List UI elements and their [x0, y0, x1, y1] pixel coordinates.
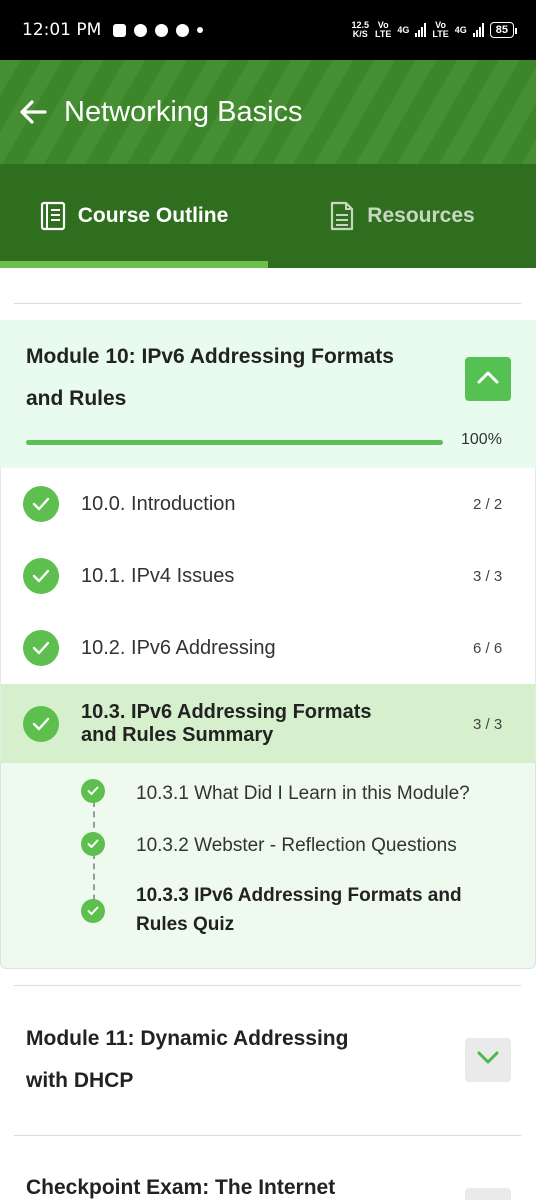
lte-label-1: LTE [375, 29, 392, 39]
battery-indicator: 85 [489, 22, 518, 38]
gallery-icon [113, 23, 127, 37]
check-circle-icon [23, 558, 59, 594]
status-bar: 12:01 PM 12.5 K/S Vo LTE 4G Vo LTE 4G 85 [0, 0, 536, 60]
volte-2: Vo LTE [432, 21, 448, 39]
topic-row-10-3[interactable]: 10.3. IPv6 Addressing Formats and Rules … [1, 684, 535, 764]
network-4g-1: 4G [397, 25, 410, 35]
whatsapp-icon [134, 23, 148, 37]
status-right: 12.5 K/S Vo LTE 4G Vo LTE 4G 85 [352, 21, 518, 39]
tab-resources-label: Resources [367, 204, 475, 227]
collapse-module-10-button[interactable] [465, 357, 511, 401]
module-11-title: Module 11: Dynamic Addressing with DHCP [26, 1018, 348, 1102]
chevron-up-icon [476, 369, 500, 390]
topic-row-10-2[interactable]: 10.2. IPv6 Addressing 6 / 6 [1, 612, 535, 684]
topic-label: 10.1. IPv4 Issues [81, 564, 235, 587]
topic-label-active: 10.3. IPv6 Addressing Formats and Rules … [81, 701, 421, 747]
topic-row-10-0[interactable]: 10.0. Introduction 2 / 2 [1, 468, 535, 540]
topic-row-10-1[interactable]: 10.1. IPv4 Issues 3 / 3 [1, 540, 535, 612]
tab-course-outline[interactable]: Course Outline [0, 164, 268, 268]
lte-label-2: LTE [432, 29, 449, 39]
net-speed-unit: K/S [352, 29, 368, 39]
signal-icon-1 [415, 23, 427, 37]
checkpoint-exam-title: Checkpoint Exam: The Internet [26, 1176, 336, 1199]
divider [14, 1135, 521, 1136]
tab-bar: Course Outline Resources [0, 164, 536, 268]
module-10-title: Module 10: IPv6 Addressing Formats and R… [26, 336, 394, 420]
module-10-progress-fill [26, 440, 443, 445]
topic-count: 3 / 3 [473, 715, 503, 733]
tab-resources[interactable]: Resources [268, 164, 536, 268]
title-row: Networking Basics [0, 60, 536, 164]
module-10-progress-bar [26, 440, 443, 445]
book-icon [40, 201, 66, 231]
chat-icon [155, 23, 169, 37]
check-circle-icon [23, 706, 59, 742]
divider [14, 985, 521, 986]
topic-count: 2 / 2 [473, 495, 503, 513]
subtopic-10-3-3[interactable]: 10.3.3 IPv6 Addressing Formats and Rules… [136, 881, 496, 939]
subtopic-10-3-2[interactable]: 10.3.2 Webster - Reflection Questions [136, 835, 457, 857]
module-11-title-line2: with DHCP [26, 1069, 134, 1092]
network-4g-2: 4G [454, 25, 467, 35]
app-header: Networking Basics Course Outline Resourc… [0, 60, 536, 268]
net-speed: 12.5 K/S [352, 21, 370, 39]
module-11-title-line1: Module 11: Dynamic Addressing [26, 1027, 349, 1050]
tab-course-outline-label: Course Outline [77, 204, 229, 227]
topic-label: 10.2. IPv6 Addressing [81, 636, 276, 659]
topic-10-3-subtopics: 10.3.1 What Did I Learn in this Module? … [0, 763, 536, 969]
module-10-topics: 10.0. Introduction 2 / 2 10.1. IPv4 Issu… [0, 468, 536, 764]
check-circle-icon [81, 832, 105, 856]
timeline-connector [93, 801, 95, 911]
expand-module-11-button[interactable] [465, 1038, 511, 1082]
topic-label-line2: and Rules Summary [81, 724, 274, 746]
module-10-title-line2: and Rules [26, 387, 127, 410]
check-circle-icon [23, 630, 59, 666]
chevron-down-icon [476, 1050, 500, 1071]
module-10-progress-label: 100% [461, 431, 502, 448]
volte-1: Vo LTE [375, 21, 391, 39]
more-notifications-dot [197, 27, 204, 33]
subtopic-10-3-1[interactable]: 10.3.1 What Did I Learn in this Module? [136, 783, 470, 805]
topic-label-line1: 10.3. IPv6 Addressing Formats [81, 701, 372, 723]
topic-label: 10.0. Introduction [81, 492, 236, 515]
snapchat-icon [176, 23, 190, 37]
check-circle-icon [81, 779, 105, 803]
page-title: Networking Basics [64, 95, 303, 128]
divider [14, 303, 521, 304]
subtopic-label-line1: 10.3.3 IPv6 Addressing Formats and [136, 885, 462, 906]
topic-count: 6 / 6 [473, 639, 503, 657]
subtopic-label-line2: Rules Quiz [136, 914, 235, 935]
status-time: 12:01 PM [22, 20, 102, 40]
course-outline-list: Module 10: IPv6 Addressing Formats and R… [0, 268, 536, 1200]
module-10-title-line1: Module 10: IPv6 Addressing Formats [26, 345, 394, 368]
notification-icons [113, 23, 204, 37]
check-circle-icon [23, 486, 59, 522]
check-circle-icon [81, 899, 105, 923]
signal-icon-2 [472, 23, 484, 37]
document-icon [329, 201, 355, 231]
expand-checkpoint-button[interactable] [465, 1188, 511, 1200]
topic-count: 3 / 3 [473, 567, 503, 585]
module-10-header[interactable]: Module 10: IPv6 Addressing Formats and R… [0, 320, 536, 468]
arrow-left-icon[interactable] [18, 97, 48, 127]
